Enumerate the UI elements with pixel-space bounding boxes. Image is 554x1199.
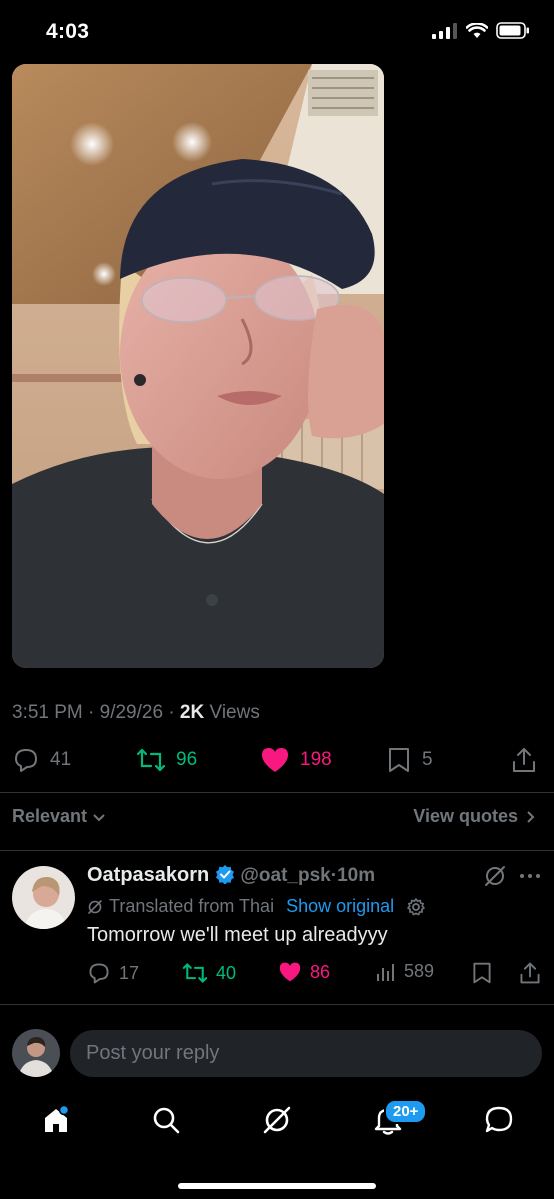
repost-button[interactable]: 96: [136, 746, 197, 774]
reply-button[interactable]: 41: [12, 746, 71, 774]
reply-time: 10m: [337, 865, 376, 886]
reply-input[interactable]: [70, 1030, 542, 1077]
reply-icon: [89, 963, 109, 984]
grok-icon: [485, 866, 505, 886]
translation-line: Translated from Thai Show original: [87, 896, 426, 917]
show-original-link[interactable]: Show original: [286, 896, 394, 917]
analytics-icon: [377, 963, 394, 981]
reply-views-button[interactable]: 589: [376, 961, 434, 982]
reply-bookmark-button[interactable]: [471, 961, 493, 985]
repost-icon: [136, 748, 166, 772]
post-timestamp: 3:51 PM · 9/29/26 ·: [12, 702, 180, 723]
reply-text: Tomorrow we'll meet up alreadyyy: [87, 924, 388, 946]
share-icon: [520, 962, 540, 984]
translate-grok-icon: [88, 899, 102, 914]
reply-repost-button[interactable]: 40: [182, 961, 236, 985]
status-icons: [432, 22, 530, 39]
more-horizontal-icon: [520, 874, 540, 878]
heart-icon: [262, 748, 288, 772]
divider: [0, 1004, 554, 1005]
repost-icon: [182, 963, 208, 983]
tab-messages[interactable]: [479, 1100, 519, 1140]
tab-home[interactable]: [36, 1100, 76, 1140]
view-quotes-label: View quotes: [413, 806, 518, 826]
reply-composer[interactable]: [70, 1030, 542, 1077]
home-icon: [45, 1104, 70, 1132]
wifi-icon: [466, 22, 488, 38]
search-icon: [153, 1107, 180, 1134]
grok-button[interactable]: [483, 864, 507, 893]
notifications-badge: 20+: [384, 1099, 428, 1124]
reply-author-line: Oatpasakorn @oat_psk·10m: [87, 864, 375, 887]
reply-like-button[interactable]: 86: [278, 961, 330, 983]
reply-author-name[interactable]: Oatpasakorn: [87, 864, 209, 886]
heart-icon: [279, 962, 301, 982]
post-meta: 3:51 PM · 9/29/26 · 2K Views: [12, 702, 260, 724]
like-button[interactable]: 198: [260, 746, 332, 774]
reply-reply-button[interactable]: 17: [87, 961, 139, 985]
post-photo[interactable]: [12, 64, 384, 668]
battery-icon: [496, 22, 529, 39]
view-quotes-link[interactable]: View quotes: [413, 806, 536, 827]
chevron-down-icon: [93, 813, 105, 821]
status-time: 4:03: [46, 20, 90, 43]
like-count: 198: [300, 749, 332, 770]
reply-author-avatar[interactable]: [12, 866, 75, 929]
sort-label: Relevant: [12, 806, 88, 826]
home-indicator: [178, 1183, 376, 1189]
bookmark-button[interactable]: 5: [386, 746, 433, 774]
reply-count: 41: [50, 749, 72, 770]
reply-repost-count: 40: [216, 962, 237, 983]
repost-count: 96: [176, 749, 198, 770]
bookmark-icon: [389, 748, 409, 772]
sort-replies-dropdown[interactable]: Relevant: [12, 806, 107, 827]
reply-share-button[interactable]: [518, 961, 542, 985]
more-options-button[interactable]: [518, 864, 542, 893]
divider: [0, 850, 554, 851]
share-button[interactable]: [510, 746, 538, 774]
divider: [0, 792, 554, 793]
reply-views-count: 589: [404, 961, 435, 981]
verified-badge-icon: [215, 865, 234, 885]
tab-grok[interactable]: [257, 1100, 297, 1140]
post-views-label: Views: [204, 702, 260, 723]
gear-icon[interactable]: [406, 897, 426, 917]
reply-icon: [15, 749, 37, 772]
tab-search[interactable]: [146, 1100, 186, 1140]
reply-like-count: 86: [310, 961, 331, 982]
bookmark-count: 5: [422, 749, 433, 770]
my-avatar[interactable]: [12, 1029, 60, 1077]
reply-reply-count: 17: [119, 962, 140, 983]
translated-label: Translated from Thai: [109, 896, 275, 916]
share-icon: [513, 748, 535, 772]
post-views-count: 2K: [179, 702, 205, 723]
cellular-signal-icon: [432, 22, 457, 39]
chevron-right-icon: [527, 810, 535, 823]
message-icon: [485, 1106, 513, 1133]
grok-icon: [263, 1106, 291, 1134]
bookmark-icon: [473, 962, 491, 984]
reply-author-handle[interactable]: @oat_psk: [240, 865, 330, 886]
